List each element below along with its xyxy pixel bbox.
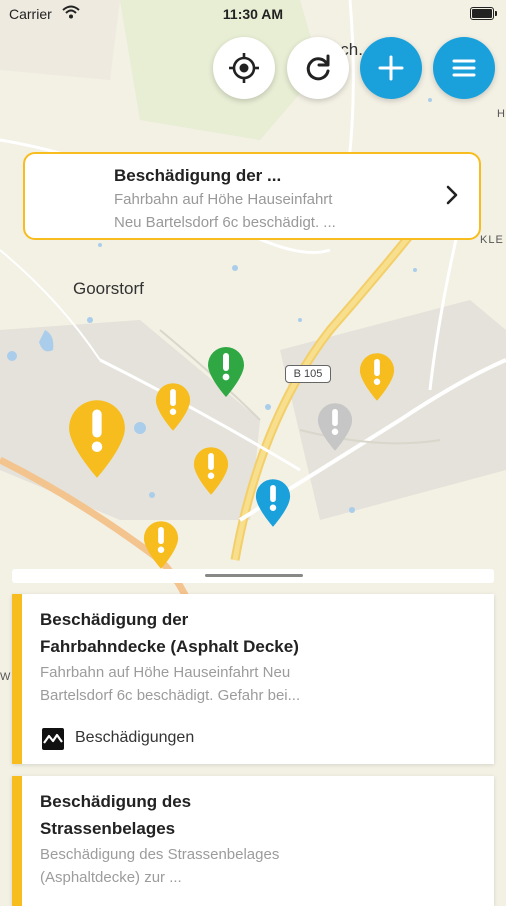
pin-yellow-icon[interactable] xyxy=(154,381,192,433)
battery-icon xyxy=(470,7,497,20)
pin-grey-icon[interactable] xyxy=(316,401,354,453)
status-time: 11:30 AM xyxy=(222,6,284,22)
selected-report-title: Beschädigung der ... xyxy=(114,166,282,185)
place-label-goorstorf: Goorstorf xyxy=(73,279,144,298)
sheet-drag-handle[interactable] xyxy=(205,574,303,577)
list-item-desc-line1: Fahrbahn auf Höhe Hauseinfahrt Neu xyxy=(40,664,291,681)
chevron-right-icon xyxy=(446,185,458,205)
place-label-w: W xyxy=(0,671,11,683)
menu-button[interactable] xyxy=(433,37,495,99)
list-item-title-line1: Beschädigung des xyxy=(40,792,192,811)
list-item-desc-line2: Bartelsdorf 6c beschädigt. Gefahr bei... xyxy=(40,687,301,704)
list-item[interactable]: Beschädigung des Strassenbelages Beschäd… xyxy=(12,776,494,906)
list-item[interactable]: Beschädigung der Fahrbahndecke (Asphalt … xyxy=(12,594,494,764)
selected-report-desc-line1: Fahrbahn auf Höhe Hauseinfahrt xyxy=(114,191,333,208)
list-item-category: Beschädigungen xyxy=(75,729,195,746)
refresh-icon xyxy=(306,54,330,81)
road-label-b105: B 105 xyxy=(285,365,331,383)
crosshair-icon xyxy=(229,53,259,83)
locate-button[interactable] xyxy=(213,37,275,99)
list-item-desc-line1: Beschädigung des Strassenbelages xyxy=(40,846,280,863)
damage-category-icon xyxy=(42,728,64,750)
plus-icon xyxy=(378,55,404,81)
list-item-title-line2: Strassenbelages xyxy=(40,819,176,838)
menu-icon xyxy=(452,59,476,77)
pin-yellow-icon[interactable] xyxy=(192,445,230,497)
selected-report-card[interactable]: Beschädigung der ... Fahrbahn auf Höhe H… xyxy=(23,152,481,240)
place-label-h: H xyxy=(497,108,505,120)
list-item-desc-line2: (Asphaltdecke) zur ... xyxy=(40,869,182,886)
pin-yellow-large-icon[interactable] xyxy=(66,395,128,483)
list-item-title-line1: Beschädigung der xyxy=(40,610,189,629)
status-bar-accent xyxy=(12,594,22,764)
pin-yellow-icon[interactable] xyxy=(358,351,396,403)
add-button[interactable] xyxy=(360,37,422,99)
pin-blue-icon[interactable] xyxy=(254,477,292,529)
pin-yellow-icon[interactable] xyxy=(142,519,180,571)
status-bar: Carrier 11:30 AM xyxy=(0,0,506,28)
status-bar-accent xyxy=(12,776,22,906)
place-label-kle: KLE xyxy=(480,234,504,246)
selected-report-desc-line2: Neu Bartelsdorf 6c beschädigt. ... xyxy=(114,214,336,231)
pin-green-icon[interactable] xyxy=(206,345,246,399)
refresh-button[interactable] xyxy=(287,37,349,99)
list-item-title-line2: Fahrbahndecke (Asphalt Decke) xyxy=(40,637,299,656)
